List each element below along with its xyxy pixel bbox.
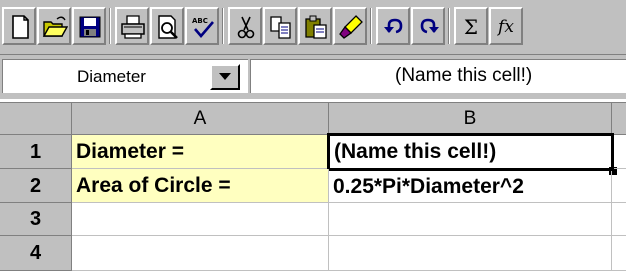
copy-icon	[270, 16, 291, 39]
open-button[interactable]	[37, 7, 71, 45]
autosum-icon: Σ	[463, 15, 479, 39]
cut-icon	[237, 16, 255, 39]
paste-icon	[305, 15, 327, 39]
row-header-2[interactable]: 2	[0, 169, 72, 203]
format-painter-icon	[339, 15, 363, 39]
cell-b1[interactable]: (Name this cell!)	[327, 133, 614, 171]
svg-text:ABC: ABC	[192, 17, 208, 25]
copy-button[interactable]	[263, 7, 297, 45]
open-icon	[42, 16, 68, 37]
cut-button[interactable]	[228, 7, 262, 45]
row-header-1[interactable]: 1	[0, 135, 72, 169]
toolbar-separator	[222, 8, 224, 44]
toolbar-separator	[109, 8, 111, 44]
standard-toolbar: ABC Σ fx	[0, 0, 626, 55]
format-painter-button[interactable]	[333, 7, 367, 45]
save-button[interactable]	[72, 7, 106, 45]
new-button[interactable]	[2, 7, 36, 45]
redo-icon	[420, 18, 439, 34]
paste-button[interactable]	[298, 7, 332, 45]
cell-c1[interactable]	[614, 135, 626, 169]
name-box-dropdown-button[interactable]	[210, 64, 240, 90]
row-header-4[interactable]: 4	[0, 236, 72, 271]
cell-a1[interactable]: Diameter =	[72, 135, 329, 169]
spelling-icon: ABC	[192, 17, 214, 38]
worksheet-grid: A B 1 2 3 4 Diameter = (Name this cell!)…	[0, 102, 626, 271]
column-header-b[interactable]: B	[329, 102, 612, 135]
undo-button[interactable]	[376, 7, 410, 45]
column-header-c[interactable]	[612, 102, 626, 135]
cell-c2[interactable]	[612, 169, 626, 203]
row-header-3[interactable]: 3	[0, 203, 72, 236]
formula-bar[interactable]: (Name this cell!)	[250, 59, 626, 93]
formula-row: Diameter (Name this cell!)	[0, 55, 626, 99]
column-header-a[interactable]: A	[72, 102, 329, 135]
toolbar-separator	[370, 8, 372, 44]
toolbar-separator	[448, 8, 450, 44]
cell-b3[interactable]	[329, 203, 612, 236]
print-preview-icon	[158, 15, 178, 39]
print-icon	[121, 15, 145, 39]
print-preview-button[interactable]	[150, 7, 184, 45]
cell-b4[interactable]	[329, 236, 612, 271]
formula-bar-value: (Name this cell!)	[395, 65, 533, 86]
autosum-button[interactable]: Σ	[454, 7, 488, 45]
name-box[interactable]: Diameter	[2, 59, 248, 93]
function-icon: fx	[498, 17, 514, 37]
cell-a3[interactable]	[72, 203, 329, 236]
cell-c3[interactable]	[612, 203, 626, 236]
print-button[interactable]	[115, 7, 149, 45]
spelling-button[interactable]: ABC	[185, 7, 219, 45]
cell-a4[interactable]	[72, 236, 329, 271]
cell-b2[interactable]: 0.25*Pi*Diameter^2	[329, 171, 612, 203]
cell-c4[interactable]	[612, 236, 626, 271]
select-all-corner[interactable]	[0, 102, 72, 135]
name-box-value: Diameter	[77, 67, 146, 86]
undo-icon	[384, 18, 403, 34]
new-icon	[12, 15, 29, 39]
cell-a2[interactable]: Area of Circle =	[72, 169, 329, 203]
save-icon	[79, 16, 101, 38]
function-wizard-button[interactable]: fx	[489, 7, 523, 45]
redo-button[interactable]	[411, 7, 445, 45]
chevron-down-icon	[219, 73, 231, 80]
